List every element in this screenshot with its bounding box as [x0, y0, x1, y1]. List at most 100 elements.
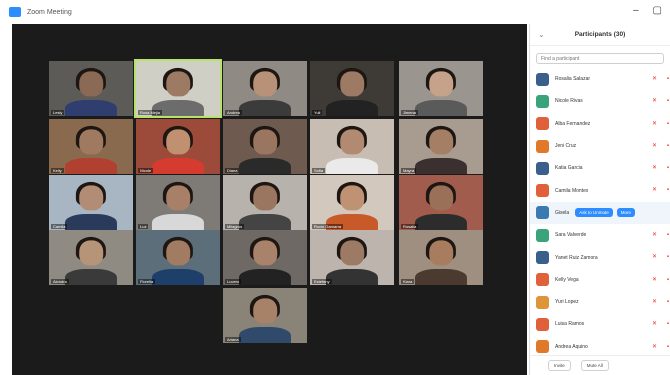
participant-name: Sara Valverde: [555, 232, 587, 239]
person-body: [238, 99, 292, 116]
participant-avatar: [536, 94, 549, 108]
mic-muted-icon: ✕: [651, 120, 657, 127]
participant-video-tile[interactable]: Estefany: [310, 230, 394, 285]
participant-list-item[interactable]: Katia Garcia ✕ ▪: [530, 157, 670, 179]
participant-list-item[interactable]: Gisela Ask to Unmute More: [530, 201, 670, 225]
participant-list-item[interactable]: Sara Valverde ✕ ▪: [530, 224, 670, 246]
window-title: Zoom Meeting: [27, 8, 72, 16]
participant-avatar: [536, 139, 549, 153]
participant-video-tile[interactable]: Ariana: [223, 288, 307, 343]
more-button[interactable]: More: [616, 208, 635, 218]
participant-list-item[interactable]: Yuri Lopez ✕ ▪: [530, 291, 670, 313]
participant-video-tile[interactable]: Mayra: [399, 119, 483, 174]
mic-muted-icon: ✕: [651, 165, 657, 172]
participant-video-tile[interactable]: Jimena: [399, 61, 483, 116]
participant-video-tile[interactable]: Andrea: [223, 61, 307, 116]
participants-footer: Invite Mute All: [530, 355, 670, 375]
participant-avatar: [536, 161, 549, 175]
participant-avatar: [536, 206, 549, 220]
minimize-button[interactable]: –: [633, 6, 639, 16]
participant-video-tile[interactable]: Camila: [49, 175, 133, 230]
person-body: [414, 268, 468, 285]
participant-video-tile[interactable]: Rosalia: [399, 175, 483, 230]
participant-video-tile[interactable]: Lucero: [223, 230, 307, 285]
mic-muted-icon: ✕: [651, 276, 657, 283]
participant-list-item[interactable]: Nicole Rivas ✕ ▪: [530, 90, 670, 112]
participant-video-tile[interactable]: Lesly: [49, 61, 133, 116]
maximize-button[interactable]: ▢: [653, 6, 662, 16]
title-bar: Zoom Meeting – ▢: [0, 0, 670, 24]
participant-list-item[interactable]: Luisa Ramos ✕ ▪: [530, 313, 670, 335]
person-body: [64, 157, 118, 174]
camera-off-icon: ▪: [666, 120, 669, 127]
participant-avatar: [536, 317, 549, 331]
participant-name-label: Lesly: [51, 110, 65, 115]
participant-search[interactable]: [536, 53, 664, 64]
camera-off-icon: ▪: [666, 298, 669, 305]
person-face: [340, 240, 364, 266]
participant-video-tile[interactable]: Kiara: [399, 230, 483, 285]
person-body: [238, 157, 292, 174]
person-face: [166, 185, 190, 211]
participant-video-tile[interactable]: Alondra: [49, 230, 133, 285]
participant-name-label: Rosa Mejia: [138, 110, 163, 115]
participant-avatar: [536, 117, 549, 131]
person-face: [253, 185, 277, 211]
participant-name: Nicole Rivas: [555, 98, 583, 105]
participant-name: Rosalia Salazar: [555, 76, 591, 83]
participant-video-tile[interactable]: Nicole: [136, 119, 220, 174]
participant-video-tile[interactable]: Milagros: [223, 175, 307, 230]
participant-video-tile[interactable]: Luz: [136, 175, 220, 230]
participant-name-label: Lucero: [225, 279, 242, 284]
participant-name-label: Luz: [138, 224, 149, 229]
participants-title: Participants (30): [574, 31, 626, 38]
person-body: [325, 157, 379, 174]
person-face: [79, 129, 103, 155]
participant-search-input[interactable]: [541, 55, 663, 62]
participant-video-tile[interactable]: Kelly: [49, 119, 133, 174]
person-face: [429, 71, 453, 97]
participant-list-item[interactable]: Rosalia Salazar ✕ ▪: [530, 68, 670, 90]
participant-video-tile[interactable]: Rosa Mejia: [134, 59, 222, 118]
participant-list-item[interactable]: Yanet Ruiz Zamora ✕ ▪: [530, 246, 670, 268]
person-face: [253, 129, 277, 155]
camera-off-icon: ▪: [666, 343, 669, 350]
participant-name-label: Estefany: [312, 279, 332, 284]
participant-list-item[interactable]: Alba Fernandez ✕ ▪: [530, 113, 670, 135]
participant-video-tile[interactable]: Fiorella: [136, 230, 220, 285]
participant-list-item[interactable]: Kelly Vega ✕ ▪: [530, 269, 670, 291]
window-controls: – ▢: [633, 6, 662, 16]
participant-video-tile[interactable]: Rocio Gamarra: [310, 175, 394, 230]
mic-muted-icon: ✕: [651, 187, 657, 194]
person-body: [238, 326, 292, 343]
person-body: [414, 213, 468, 230]
participant-name: Gisela: [555, 209, 570, 216]
person-body: [64, 268, 118, 285]
camera-off-icon: ▪: [666, 232, 669, 239]
participant-list-item[interactable]: Camila Montes ✕ ▪: [530, 179, 670, 201]
person-face: [79, 71, 103, 97]
participant-avatar: [536, 228, 549, 242]
ask-to-unmute-button[interactable]: Ask to Unmute: [575, 208, 613, 218]
participant-avatar: [536, 340, 549, 354]
participant-video-tile[interactable]: Sofia: [310, 119, 394, 174]
person-face: [340, 185, 364, 211]
invite-button[interactable]: Invite: [548, 360, 571, 371]
mic-muted-icon: ✕: [651, 298, 657, 305]
participant-list-item[interactable]: Jeni Cruz ✕ ▪: [530, 135, 670, 157]
participant-name-label: Kelly: [51, 168, 64, 173]
camera-off-icon: ▪: [666, 165, 669, 172]
participant-video-tile[interactable]: Yuli: [310, 61, 394, 116]
participant-name-label: Andrea: [225, 110, 242, 115]
camera-off-icon: ▪: [666, 254, 669, 261]
participant-name-label: Camila: [51, 224, 68, 229]
person-face: [166, 71, 190, 97]
mute-all-button[interactable]: Mute All: [580, 360, 609, 371]
participant-name: Kelly Vega: [555, 276, 579, 283]
person-body: [151, 213, 205, 230]
person-body: [325, 268, 379, 285]
camera-off-icon: ▪: [666, 98, 669, 105]
person-face: [79, 240, 103, 266]
person-body: [238, 213, 292, 230]
participant-video-tile[interactable]: Diana: [223, 119, 307, 174]
